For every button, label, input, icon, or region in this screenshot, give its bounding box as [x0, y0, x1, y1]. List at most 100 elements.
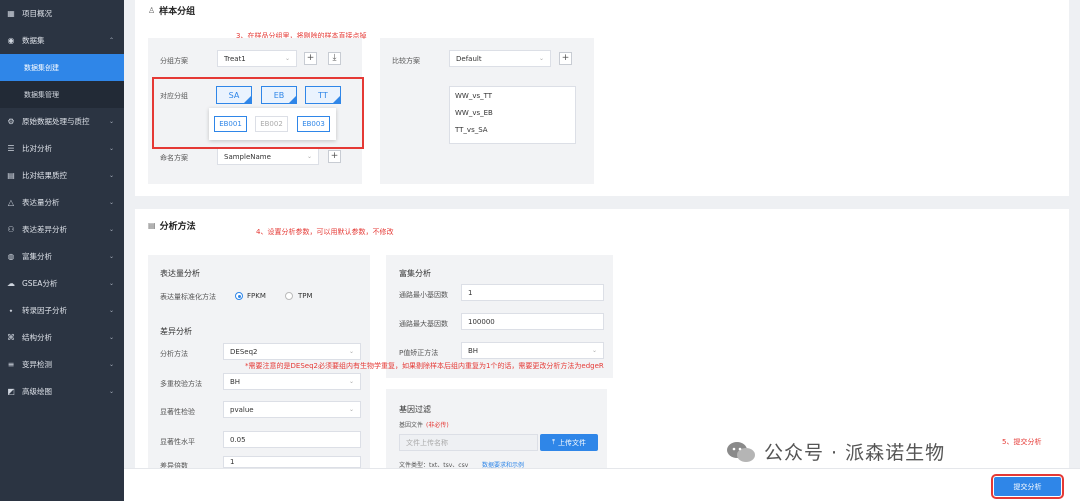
tag-icon: ⬩ — [9, 305, 13, 315]
highlight-box — [152, 77, 364, 149]
max-input[interactable]: 100000 — [461, 313, 604, 330]
section-title-text: 分析方法 — [159, 222, 196, 232]
menu-icon: ≡ — [7, 360, 15, 369]
level-input[interactable]: 0.05 — [223, 431, 361, 448]
watermark: 公众号 · 派森诺生物 — [726, 438, 945, 465]
chevron-down-icon: ⌄ — [348, 378, 354, 385]
structure-icon: ⌘ — [7, 333, 15, 342]
method-select[interactable]: DESeq2 ⌄ — [223, 343, 361, 360]
sig-label: 显著性检验 — [160, 408, 195, 416]
list-icon: ☰ — [7, 144, 15, 153]
sidebar-item-diff-expression[interactable]: ⚇ 表达差异分析 ⌄ — [0, 216, 124, 243]
comparison-item[interactable]: WW_vs_TT — [455, 92, 492, 100]
sidebar-item-alignment[interactable]: ☰ 比对分析 ⌄ — [0, 135, 124, 162]
sidebar-item-dataset[interactable]: ◉ 数据集 ⌃ — [0, 27, 124, 54]
sample-grouping-card: ♙ 样本分组 3、在样品分组里，将剔除的样本直接点掉 分组方案 Treat1 ⌄ +… — [135, 0, 1069, 196]
sidebar-item-overview[interactable]: ▦ 项目概况 — [0, 0, 124, 27]
file-name-input[interactable]: 文件上传名称 — [399, 434, 538, 451]
sidebar-item-label: 表达差异分析 — [22, 225, 67, 234]
database-icon: ◉ — [7, 36, 15, 45]
comparison-item[interactable]: WW_vs_EB — [455, 109, 493, 117]
sidebar-item-alignment-qc[interactable]: ▤ 比对结果质控 ⌄ — [0, 162, 124, 189]
multi-label: 多重校验方法 — [160, 380, 202, 388]
chevron-up-icon: ⌃ — [108, 37, 114, 44]
deseq2-note: *需要注意的是DESeq2必须要组内有生物学重复，如果剔除样本后组内重复为1个的… — [245, 362, 604, 370]
level-label: 显著性水平 — [160, 438, 195, 446]
sidebar-item-label: 变异检测 — [22, 360, 52, 369]
sidebar-item-enrichment[interactable]: ◍ 富集分析 ⌄ — [0, 243, 124, 270]
comparison-item[interactable]: TT_vs_SA — [455, 126, 488, 134]
file-label: 基因文件 — [399, 422, 424, 429]
chevron-down-icon: ⌄ — [108, 253, 114, 260]
sidebar-item-expression[interactable]: △ 表达量分析 ⌄ — [0, 189, 124, 216]
chevron-down-icon: ⌄ — [108, 118, 114, 125]
circles-icon: ⚇ — [7, 225, 15, 234]
triangle-icon: △ — [7, 198, 15, 207]
naming-select[interactable]: SampleName ⌄ — [217, 148, 319, 165]
submit-analysis-button[interactable]: 提交分析 — [991, 474, 1064, 499]
chevron-down-icon: ⌄ — [348, 406, 354, 413]
select-value: SampleName — [224, 152, 271, 161]
select-value: BH — [468, 346, 479, 355]
chevron-down-icon: ⌄ — [108, 334, 114, 341]
sidebar-item-raw-qc[interactable]: ⚙ 原始数据处理与质控 ⌄ — [0, 108, 124, 135]
multi-select[interactable]: BH ⌄ — [223, 373, 361, 390]
sidebar-item-label: 项目概况 — [22, 9, 52, 18]
min-input[interactable]: 1 — [461, 284, 604, 301]
select-value: BH — [230, 377, 241, 386]
diff-title: 差异分析 — [160, 327, 192, 336]
sidebar-item-label: 富集分析 — [22, 252, 52, 261]
filter-title: 基因过滤 — [399, 405, 431, 414]
chevron-down-icon: ⌄ — [538, 55, 544, 62]
sidebar-item-label: 结构分析 — [22, 333, 52, 342]
globe-icon: ◍ — [7, 252, 15, 261]
sidebar-item-label: 数据集创建 — [24, 63, 59, 72]
sidebar-item-label: 原始数据处理与质控 — [22, 117, 90, 126]
group-scheme-label: 分组方案 — [160, 57, 188, 65]
sig-select[interactable]: pvalue ⌄ — [223, 401, 361, 418]
chevron-down-icon: ⌄ — [108, 172, 114, 179]
padj-select[interactable]: BH ⌄ — [461, 342, 604, 359]
select-value: Treat1 — [224, 54, 246, 63]
add-comparison-button[interactable]: + — [559, 52, 572, 65]
chart-icon: ◩ — [7, 387, 15, 396]
max-label: 通路最大基因数 — [399, 320, 448, 328]
radio-fpkm[interactable] — [235, 292, 243, 300]
chevron-down-icon: ⌄ — [108, 226, 114, 233]
footer-bar — [124, 468, 1080, 501]
compare-scheme-select[interactable]: Default ⌄ — [449, 50, 551, 67]
add-naming-button[interactable]: + — [328, 150, 341, 163]
sidebar-item-plotting[interactable]: ◩ 高级绘图 ⌄ — [0, 378, 124, 405]
sidebar-item-tf[interactable]: ⬩ 转录因子分析 ⌄ — [0, 297, 124, 324]
file-optional: (非必传) — [426, 422, 449, 429]
sidebar-item-label: 比对结果质控 — [22, 171, 67, 180]
sidebar-item-label: 高级绘图 — [22, 387, 52, 396]
sidebar-item-structure[interactable]: ⌘ 结构分析 ⌄ — [0, 324, 124, 351]
cloud-icon: ☁ — [7, 279, 15, 288]
naming-label: 命名方案 — [160, 154, 188, 162]
annotation-step5: 5、提交分析 — [1002, 438, 1042, 446]
group-scheme-select[interactable]: Treat1 ⌄ — [217, 50, 297, 67]
chevron-down-icon: ⌄ — [108, 361, 114, 368]
sidebar-item-dataset-manage[interactable]: 数据集管理 — [0, 81, 124, 108]
compare-scheme-label: 比较方案 — [392, 57, 420, 65]
download-icon[interactable]: ⤓ — [328, 52, 341, 65]
user-icon: ♙ — [148, 6, 156, 15]
document-icon: ▤ — [7, 171, 15, 180]
select-value: Default — [456, 54, 482, 63]
upload-button[interactable]: ⤒ 上传文件 — [540, 434, 598, 451]
sidebar-item-dataset-create[interactable]: 数据集创建 — [0, 54, 124, 81]
sidebar-item-variant[interactable]: ≡ 变异检测 ⌄ — [0, 351, 124, 378]
sidebar-item-gsea[interactable]: ☁ GSEA分析 ⌄ — [0, 270, 124, 297]
document-icon: ▤ — [148, 221, 156, 230]
radio-tpm[interactable] — [285, 292, 293, 300]
sidebar-item-label: 数据集管理 — [24, 90, 59, 99]
add-group-button[interactable]: + — [304, 52, 317, 65]
fold-input[interactable]: 1 — [223, 456, 361, 468]
gene-filter-panel: 基因过滤 基因文件 (非必传) 文件上传名称 ⤒ 上传文件 文件类型：txt、ts… — [386, 389, 607, 469]
main-content: ♙ 样本分组 3、在样品分组里，将剔除的样本直接点掉 分组方案 Treat1 ⌄ +… — [124, 0, 1080, 501]
comparison-list: WW_vs_TT WW_vs_EB TT_vs_SA — [449, 86, 576, 144]
section-title-analysis: ▤ 分析方法 — [148, 219, 196, 232]
wechat-icon — [727, 441, 755, 462]
sidebar-item-label: 比对分析 — [22, 144, 52, 153]
